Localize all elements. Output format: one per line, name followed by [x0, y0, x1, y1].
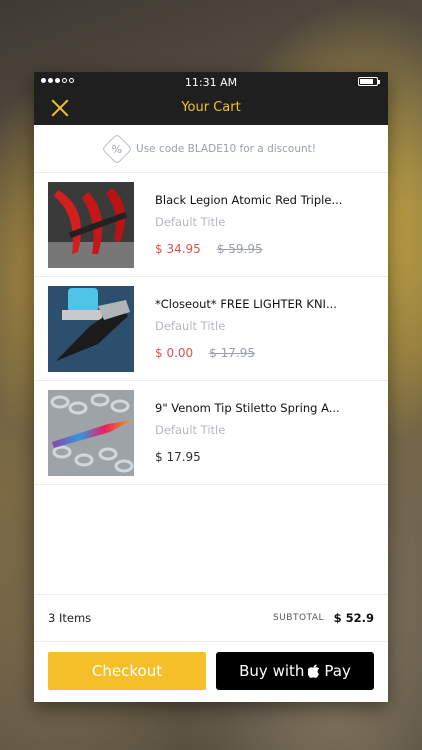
- cart-item[interactable]: 9" Venom Tip Stiletto Spring A... Defaul…: [34, 381, 388, 485]
- item-variant: Default Title: [155, 423, 226, 437]
- percent-tag-icon: %: [101, 132, 133, 165]
- checkout-button[interactable]: Checkout: [48, 652, 206, 690]
- battery-icon: [358, 77, 380, 86]
- item-title: 9" Venom Tip Stiletto Spring A...: [155, 401, 340, 415]
- apple-pay-suffix: Pay: [324, 662, 351, 680]
- apple-pay-label: Buy with: [239, 662, 305, 680]
- promo-banner: % Use code BLADE10 for a discount!: [34, 125, 388, 173]
- subtotal-label: SUBTOTAL: [272, 613, 324, 623]
- item-price: $ 34.95: [155, 242, 201, 256]
- price-row: $ 34.95 $ 59.95: [155, 242, 263, 256]
- product-image: [48, 390, 134, 476]
- page-title: Your Cart: [181, 100, 241, 115]
- apple-logo-icon: [308, 664, 320, 678]
- cart-item[interactable]: Black Legion Atomic Red Triple... Defaul…: [34, 173, 388, 277]
- price-row: $ 17.95: [155, 450, 201, 464]
- cart-summary: 3 Items SUBTOTAL $ 52.9: [34, 594, 388, 641]
- item-price: $ 17.95: [155, 450, 201, 464]
- status-time: 11:31 AM: [184, 76, 238, 89]
- item-compare-price: $ 17.95: [209, 346, 255, 360]
- status-bar: 11:31 AM: [34, 72, 388, 92]
- item-title: *Closeout* FREE LIGHTER KNI...: [155, 297, 337, 311]
- product-image: [48, 182, 134, 268]
- top-bar: 11:31 AM Your Cart: [34, 72, 388, 125]
- apple-pay-button[interactable]: Buy with Pay: [216, 652, 374, 690]
- nav-bar: Your Cart: [34, 92, 388, 125]
- promo-text: Use code BLADE10 for a discount!: [136, 142, 316, 155]
- subtotal-value: $ 52.9: [333, 611, 374, 625]
- cart-item[interactable]: *Closeout* FREE LIGHTER KNI... Default T…: [34, 277, 388, 381]
- item-title: Black Legion Atomic Red Triple...: [155, 193, 343, 207]
- app-window: 11:31 AM Your Cart % Use code BLADE10 fo…: [34, 72, 388, 702]
- item-price: $ 0.00: [155, 346, 194, 360]
- checkout-actions: Checkout Buy with Pay: [34, 641, 388, 702]
- item-variant: Default Title: [155, 319, 226, 333]
- item-compare-price: $ 59.95: [216, 242, 263, 256]
- item-count: 3 Items: [48, 611, 92, 625]
- item-variant: Default Title: [155, 215, 226, 229]
- product-image: [48, 286, 134, 372]
- price-row: $ 0.00 $ 17.95: [155, 346, 255, 360]
